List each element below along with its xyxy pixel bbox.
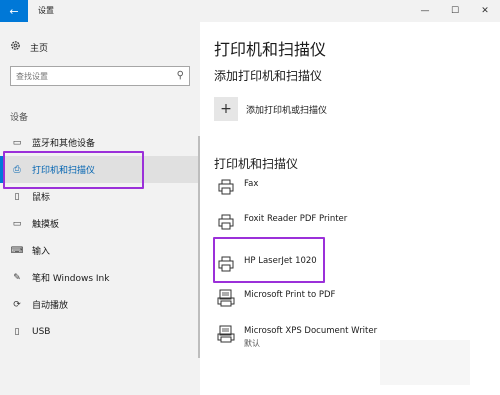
maximize-button[interactable]: ☐ xyxy=(440,0,470,22)
printer-item[interactable]: Microsoft Print to PDF xyxy=(216,288,335,308)
search-box: ⚲ xyxy=(10,66,190,86)
sidebar-item-label: USB xyxy=(32,326,51,337)
pen-icon: ✎ xyxy=(13,272,21,283)
sidebar-item-3[interactable]: ▭ 触摸板 xyxy=(0,210,200,237)
home-label: 主页 xyxy=(30,43,49,54)
sidebar-item-label: 蓝牙和其他设备 xyxy=(32,139,96,149)
home-link[interactable]: 主页 xyxy=(10,40,48,54)
annotation-highlight-printers xyxy=(3,151,144,189)
printer-name: Fax xyxy=(244,179,259,189)
annotation-highlight-hp xyxy=(213,237,325,283)
mouse-icon: ▯ xyxy=(14,191,20,202)
gear-icon xyxy=(10,40,22,54)
printer-icon xyxy=(216,212,236,232)
window-title: 设置 xyxy=(38,6,54,15)
add-heading: 添加打印机和扫描仪 xyxy=(214,69,323,83)
printer-item[interactable]: Microsoft XPS Document Writer 默认 xyxy=(216,324,377,349)
keyboard-icon: ⌨ xyxy=(10,245,24,256)
printer-name: Microsoft Print to PDF xyxy=(244,290,336,300)
autoplay-icon: ⟳ xyxy=(13,299,21,310)
sidebar-item-4[interactable]: ⌨ 输入 xyxy=(0,237,200,264)
minimize-button[interactable]: — xyxy=(410,0,440,22)
document-printer-icon xyxy=(216,324,236,344)
back-arrow-icon: ← xyxy=(9,4,19,18)
watermark xyxy=(380,340,470,385)
maximize-icon: ☐ xyxy=(450,6,460,16)
bluetooth-devices-icon: ▭ xyxy=(12,137,22,148)
sidebar-item-label: 自动播放 xyxy=(32,301,69,311)
sidebar-item-label: 输入 xyxy=(32,247,51,257)
sidebar-item-label: 鼠标 xyxy=(32,193,51,203)
sidebar-item-label: 笔和 Windows Ink xyxy=(32,274,110,284)
add-printer-button[interactable]: + 添加打印机或扫描仪 xyxy=(214,97,327,121)
plus-icon: + xyxy=(214,97,238,121)
back-button[interactable]: ← xyxy=(0,0,28,22)
title-bar: ← 设置 — ☐ ✕ xyxy=(0,0,500,22)
touchpad-icon: ▭ xyxy=(12,218,22,229)
page-title: 打印机和扫描仪 xyxy=(214,40,327,59)
printer-item[interactable]: Fax xyxy=(216,177,258,197)
sidebar-item-5[interactable]: ✎ 笔和 Windows Ink xyxy=(0,264,200,291)
close-button[interactable]: ✕ xyxy=(470,0,500,22)
printer-icon xyxy=(216,177,236,197)
printer-name: Foxit Reader PDF Printer xyxy=(244,214,348,224)
sidebar-item-label: 触摸板 xyxy=(32,220,60,230)
sidebar: 主页 ⚲ 设备 ▭蓝牙和其他设备⎙打印机和扫描仪▯鼠标▭触摸板⌨输入✎笔和 Wi… xyxy=(0,22,200,395)
sidebar-item-7[interactable]: ▯ USB xyxy=(0,318,200,345)
usb-icon: ▯ xyxy=(14,326,20,337)
add-printer-label: 添加打印机或扫描仪 xyxy=(246,105,328,116)
sidebar-item-6[interactable]: ⟳ 自动播放 xyxy=(0,291,200,318)
close-icon: ✕ xyxy=(481,6,489,16)
search-icon[interactable]: ⚲ xyxy=(177,70,184,81)
search-input[interactable] xyxy=(16,69,166,83)
printers-heading: 打印机和扫描仪 xyxy=(214,157,299,171)
printer-status: 默认 xyxy=(244,339,260,348)
printer-item[interactable]: Foxit Reader PDF Printer xyxy=(216,212,347,232)
section-label: 设备 xyxy=(10,113,29,123)
printer-name: Microsoft XPS Document Writer xyxy=(244,326,378,336)
minimize-icon: — xyxy=(420,6,430,16)
document-printer-icon xyxy=(216,288,236,308)
